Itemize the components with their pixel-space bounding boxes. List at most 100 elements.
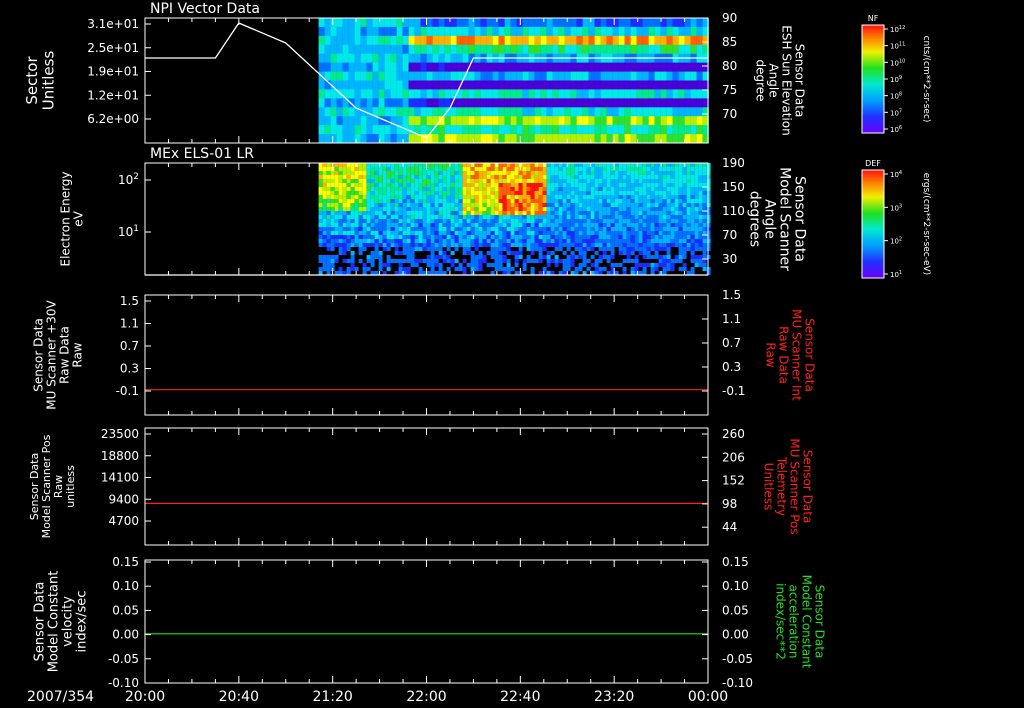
els-cell [694,175,699,179]
els-cell [362,191,367,195]
els-cell [446,167,451,171]
npi-cell [606,44,613,55]
els-cell [522,183,527,187]
els-cell [554,227,559,231]
npi-cell [696,26,703,37]
els-cell [446,175,451,179]
els-cell [338,183,343,187]
npi-cell [576,35,583,46]
y-axis-label-line: Model Constant [47,571,62,673]
npi-cell [360,44,367,55]
els-cell [474,167,479,171]
els-cell [658,247,663,251]
els-cell [322,203,327,207]
els-cell [550,195,555,199]
els-cell [366,207,371,211]
els-cell [562,263,567,267]
els-cell [630,227,635,231]
els-cell [578,187,583,191]
els-cell [338,171,343,175]
els-cell [618,179,623,183]
els-cell [706,227,711,231]
els-cell [354,203,359,207]
els-cell [570,239,575,243]
els-cell [318,215,323,219]
els-cell [370,215,375,219]
npi-cell [540,116,547,126]
npi-cell [504,44,511,55]
els-cell [614,243,619,247]
npi-cell [588,35,595,46]
els-cell [514,255,519,259]
els-cell [518,227,523,231]
npi-cell [534,71,541,81]
npi-cell [318,44,325,55]
npi-cell [648,44,655,55]
els-cell [414,263,419,267]
els-cell [442,223,447,227]
els-cell [370,203,375,207]
els-cell [362,247,367,251]
els-cell [546,167,551,171]
els-cell [458,187,463,191]
els-cell [702,179,707,183]
els-cell [450,239,455,243]
els-cell [602,183,607,187]
els-cell [442,227,447,231]
els-cell [566,171,571,175]
els-cell [406,267,411,271]
els-cell [382,243,387,247]
els-cell [378,219,383,223]
npi-cell [612,71,619,81]
npi-cell [504,89,511,99]
els-cell [474,223,479,227]
npi-cell [654,71,661,81]
npi-cell [360,80,367,90]
els-cell [650,187,655,191]
els-cell [494,231,499,235]
npi-cell [630,44,637,55]
els-cell [430,187,435,191]
els-cell [334,203,339,207]
els-cell [634,243,639,247]
els-cell [618,183,623,187]
npi-cell [354,116,361,126]
npi-cell [516,134,523,144]
els-cell [570,179,575,183]
npi-cell [552,107,559,117]
npi-cell [438,89,445,99]
els-cell [354,183,359,187]
y-axis-label-line: unitless [64,465,77,508]
npi-cell [438,18,445,28]
els-cell [674,179,679,183]
npi-cell [324,26,331,37]
npi-cell [492,44,499,55]
els-cell [510,251,515,255]
els-cell [534,247,539,251]
els-cell [318,259,323,263]
npi-cell [348,35,355,46]
els-cell [462,243,467,247]
npi-cell [516,18,523,28]
els-cell [394,163,399,167]
els-cell [530,235,535,239]
els-cell [546,211,551,215]
els-cell [594,175,599,179]
npi-cell [612,26,619,37]
npi-cell [324,53,331,63]
els-cell [346,191,351,195]
els-cell [634,167,639,171]
npi-cell [384,26,391,37]
els-cell [354,227,359,231]
els-cell [402,175,407,179]
els-cell [402,219,407,223]
els-cell [430,163,435,167]
els-cell [562,183,567,187]
els-cell [342,223,347,227]
npi-cell [636,98,643,108]
els-cell [542,231,547,235]
els-cell [518,203,523,207]
els-cell [610,191,615,195]
els-cell [674,215,679,219]
els-cell [674,259,679,263]
